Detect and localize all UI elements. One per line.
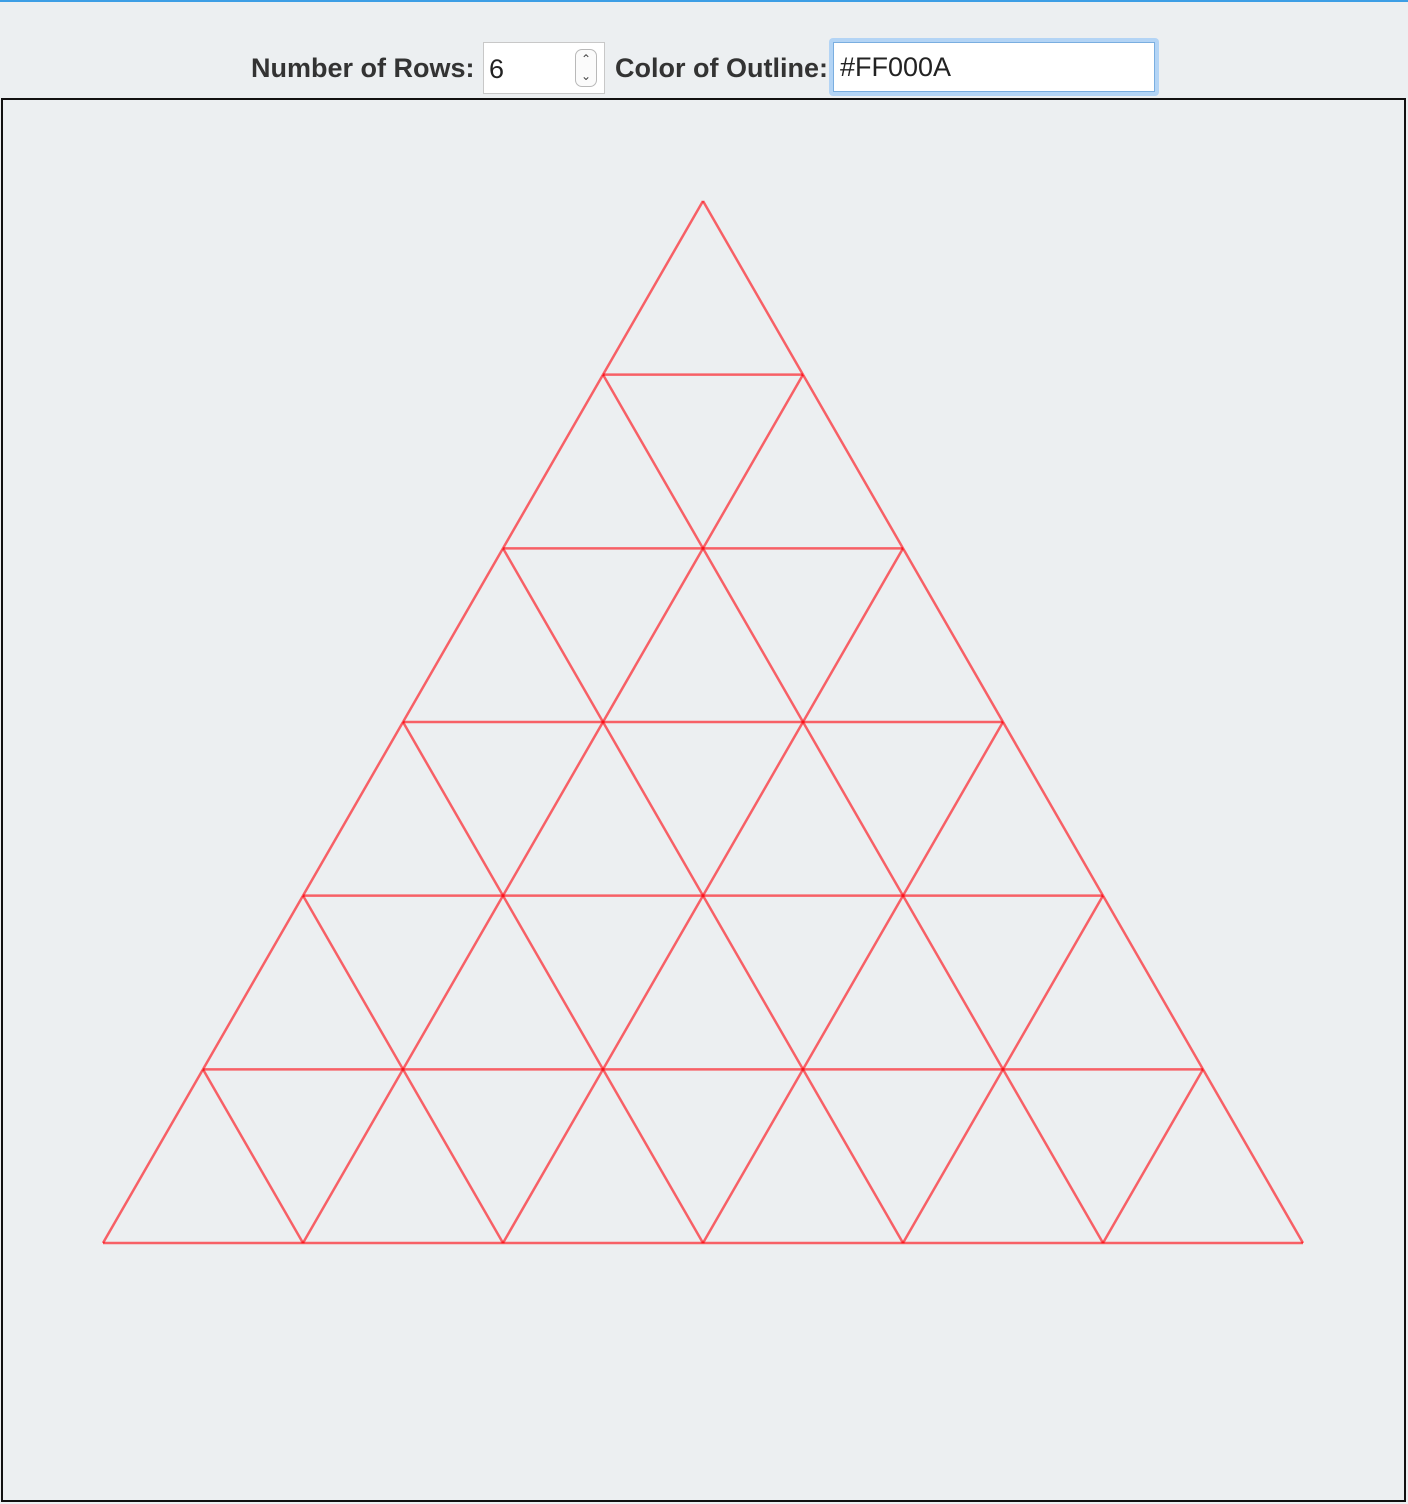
outline-color-input[interactable] <box>833 42 1155 92</box>
outline-color-focus-ring <box>829 38 1159 96</box>
stepper-arrows[interactable]: ⌃ ⌄ <box>575 49 597 87</box>
grid-line-diagonal-right <box>701 721 1005 1244</box>
outline-color-label: Color of Outline: <box>615 53 828 83</box>
rows-stepper[interactable]: 6 ⌃ ⌄ <box>483 42 605 94</box>
triangle-grid-svg <box>101 200 1305 1245</box>
grid-line-diagonal-left <box>201 1068 305 1244</box>
controls-bar: Number of Rows: 6 ⌃ ⌄ Color of Outline: <box>0 38 1408 96</box>
chevron-up-icon[interactable]: ⌃ <box>576 51 596 68</box>
grid-line-diagonal-right <box>1101 1068 1205 1244</box>
rows-stepper-value[interactable]: 6 <box>489 53 504 85</box>
grid-line-diagonal-left <box>401 721 705 1244</box>
grid-line-diagonal-right <box>301 374 805 1244</box>
triangle-canvas[interactable] <box>1 98 1406 1502</box>
top-accent-bar <box>0 0 1408 2</box>
chevron-down-icon[interactable]: ⌄ <box>576 68 596 85</box>
grid-line-diagonal-left <box>601 374 1105 1244</box>
rows-label: Number of Rows: <box>251 53 475 83</box>
